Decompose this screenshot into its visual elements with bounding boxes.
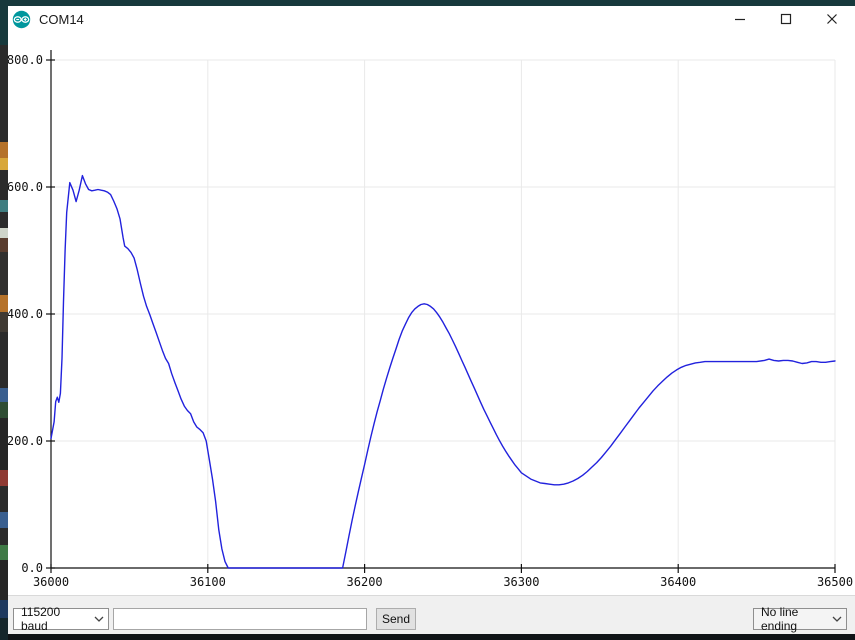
window-controls [717,6,855,32]
plot-area: 36000 36100 36200 36300 36400 36500 0.0 200.0 40… [0,0,855,600]
baud-rate-select[interactable]: 115200 baud [13,608,109,630]
minimize-icon [734,13,746,25]
serial-toolbar: 115200 baud Send No line ending [8,595,855,634]
minimize-button[interactable] [717,6,763,32]
window-title: COM14 [39,12,84,27]
close-button[interactable] [809,6,855,32]
window-bottom-edge [0,634,855,640]
svg-text:600.0: 600.0 [7,180,43,194]
svg-text:36300: 36300 [503,575,539,589]
title-bar: COM14 [8,6,855,32]
svg-text:36200: 36200 [347,575,383,589]
arduino-logo-icon [12,10,31,29]
maximize-button[interactable] [763,6,809,32]
baud-rate-value: 115200 baud [21,605,88,633]
send-button[interactable]: Send [376,608,416,630]
svg-text:0.0: 0.0 [21,561,43,575]
svg-text:800.0: 800.0 [7,53,43,67]
serial-plotter-window: 36000 36100 36200 36300 36400 36500 0.0 200.0 40… [0,0,855,640]
line-ending-value: No line ending [761,605,826,633]
window-top-edge [0,0,855,6]
chevron-down-icon [826,616,842,622]
svg-text:400.0: 400.0 [7,307,43,321]
background-window-sliver [0,0,8,640]
serial-plot: 36000 36100 36200 36300 36400 36500 0.0 200.0 40… [0,0,855,600]
svg-text:200.0: 200.0 [7,434,43,448]
svg-text:36500: 36500 [817,575,853,589]
close-icon [826,13,838,25]
svg-text:36400: 36400 [660,575,696,589]
serial-message-input[interactable] [113,608,367,630]
svg-text:36100: 36100 [190,575,226,589]
chevron-down-icon [88,616,104,622]
maximize-icon [780,13,792,25]
svg-text:36000: 36000 [33,575,69,589]
line-ending-select[interactable]: No line ending [753,608,847,630]
